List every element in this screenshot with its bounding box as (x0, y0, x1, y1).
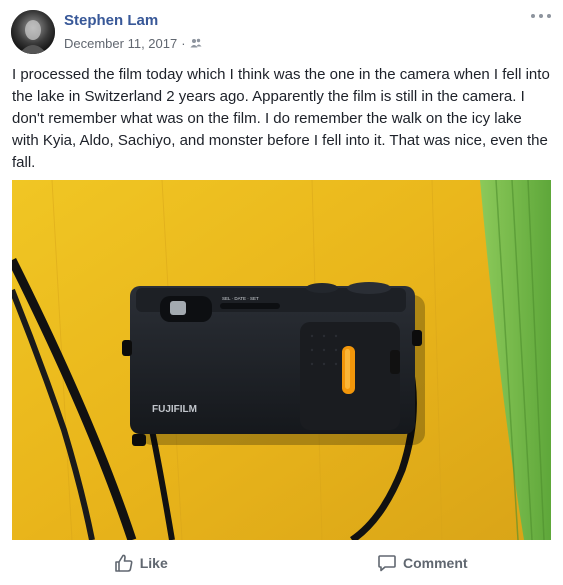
meta-separator: · (181, 36, 186, 51)
like-button[interactable]: Like (0, 547, 282, 579)
post-text: I processed the film today which I think… (12, 66, 550, 171)
comment-button[interactable]: Comment (282, 547, 563, 579)
more-options-icon[interactable] (531, 10, 551, 22)
comment-label: Comment (402, 554, 468, 571)
post-date[interactable]: December 11, 2017 (64, 36, 177, 51)
camera-brand-text: FUJIFILM (152, 404, 197, 415)
author-name[interactable]: Stephen Lam (64, 12, 158, 29)
post-meta: December 11, 2017 · (64, 36, 202, 51)
thumbs-up-icon (114, 553, 134, 573)
like-label: Like (139, 554, 168, 571)
avatar[interactable] (11, 10, 55, 54)
post-photo[interactable]: SEL · DATE · SET FUJIFILM (12, 180, 551, 540)
friends-icon[interactable] (190, 36, 202, 51)
svg-text:SEL · DATE · SET: SEL · DATE · SET (222, 296, 259, 301)
feed-post: Stephen Lam December 11, 2017 · I proces… (0, 0, 563, 585)
comment-icon (377, 553, 397, 573)
post-actions: Like Comment (0, 540, 563, 585)
